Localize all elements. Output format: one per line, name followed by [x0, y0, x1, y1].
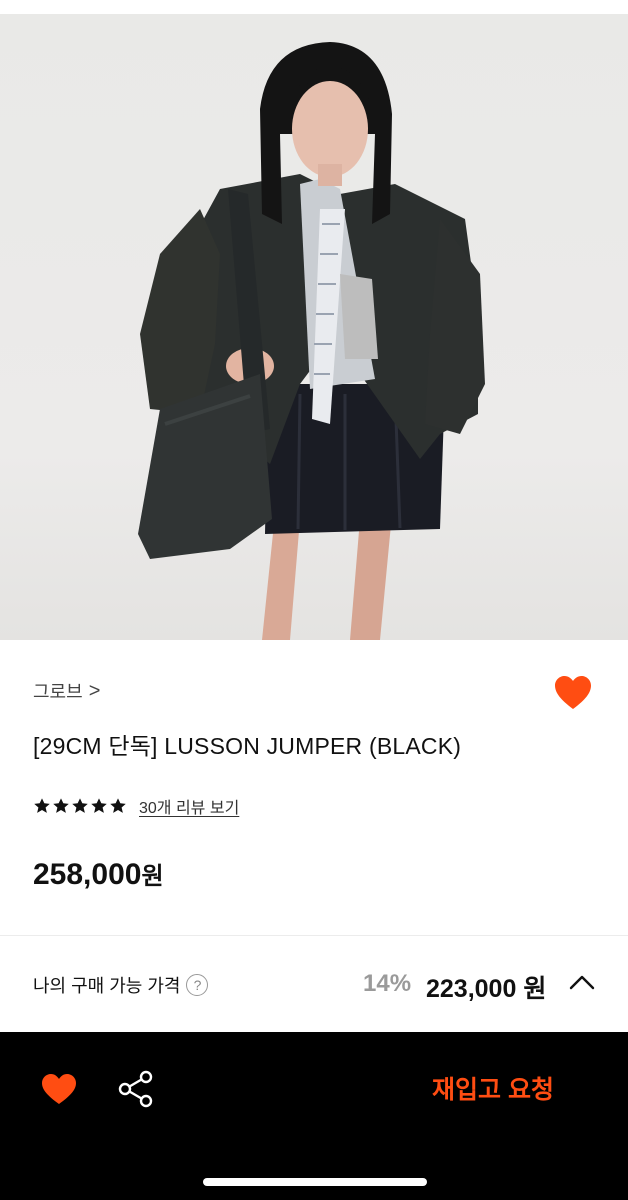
product-photo-illustration — [138, 42, 485, 640]
rating-row: 30개 리뷰 보기 — [33, 794, 239, 818]
discount-rate: 14% — [363, 970, 412, 997]
star-icon — [110, 798, 126, 813]
price-amount: 258,000 — [33, 858, 142, 891]
chevron-right-icon: > — [88, 680, 101, 702]
share-icon[interactable] — [117, 1069, 155, 1109]
home-indicator — [203, 1178, 427, 1186]
my-price-label: 나의 구매 가능 가격 — [33, 976, 181, 996]
product-page: 그로브 > [29CM 단독] LUSSON JUMPER (BLACK) 30… — [0, 0, 628, 1200]
star-icon — [72, 798, 88, 813]
restock-request-button[interactable]: 재입고 요청 — [432, 1070, 554, 1106]
my-price-row[interactable]: 나의 구매 가능 가격 ? 14% 223,000 원 — [0, 936, 628, 1032]
brand-link[interactable]: 그로브 > — [33, 678, 100, 704]
product-price: 258,000원 — [33, 856, 164, 892]
heart-icon[interactable] — [552, 672, 594, 714]
chevron-up-icon[interactable] — [568, 972, 596, 994]
product-title: [29CM 단독] LUSSON JUMPER (BLACK) — [33, 733, 462, 759]
rating-stars — [33, 797, 127, 815]
heart-icon[interactable] — [40, 1071, 78, 1107]
question-circle-icon[interactable]: ? — [186, 974, 209, 996]
star-icon — [91, 798, 107, 813]
star-icon — [34, 798, 50, 813]
product-image[interactable] — [0, 14, 628, 640]
star-icon — [53, 798, 69, 813]
final-price: 223,000 원 — [426, 975, 547, 1003]
bottom-action-bar — [0, 1032, 628, 1200]
price-unit: 원 — [141, 863, 164, 890]
review-link[interactable]: 30개 리뷰 보기 — [139, 794, 239, 818]
brand-name: 그로브 — [33, 682, 83, 702]
my-price-label-group: 나의 구매 가능 가격 ? — [33, 972, 209, 998]
